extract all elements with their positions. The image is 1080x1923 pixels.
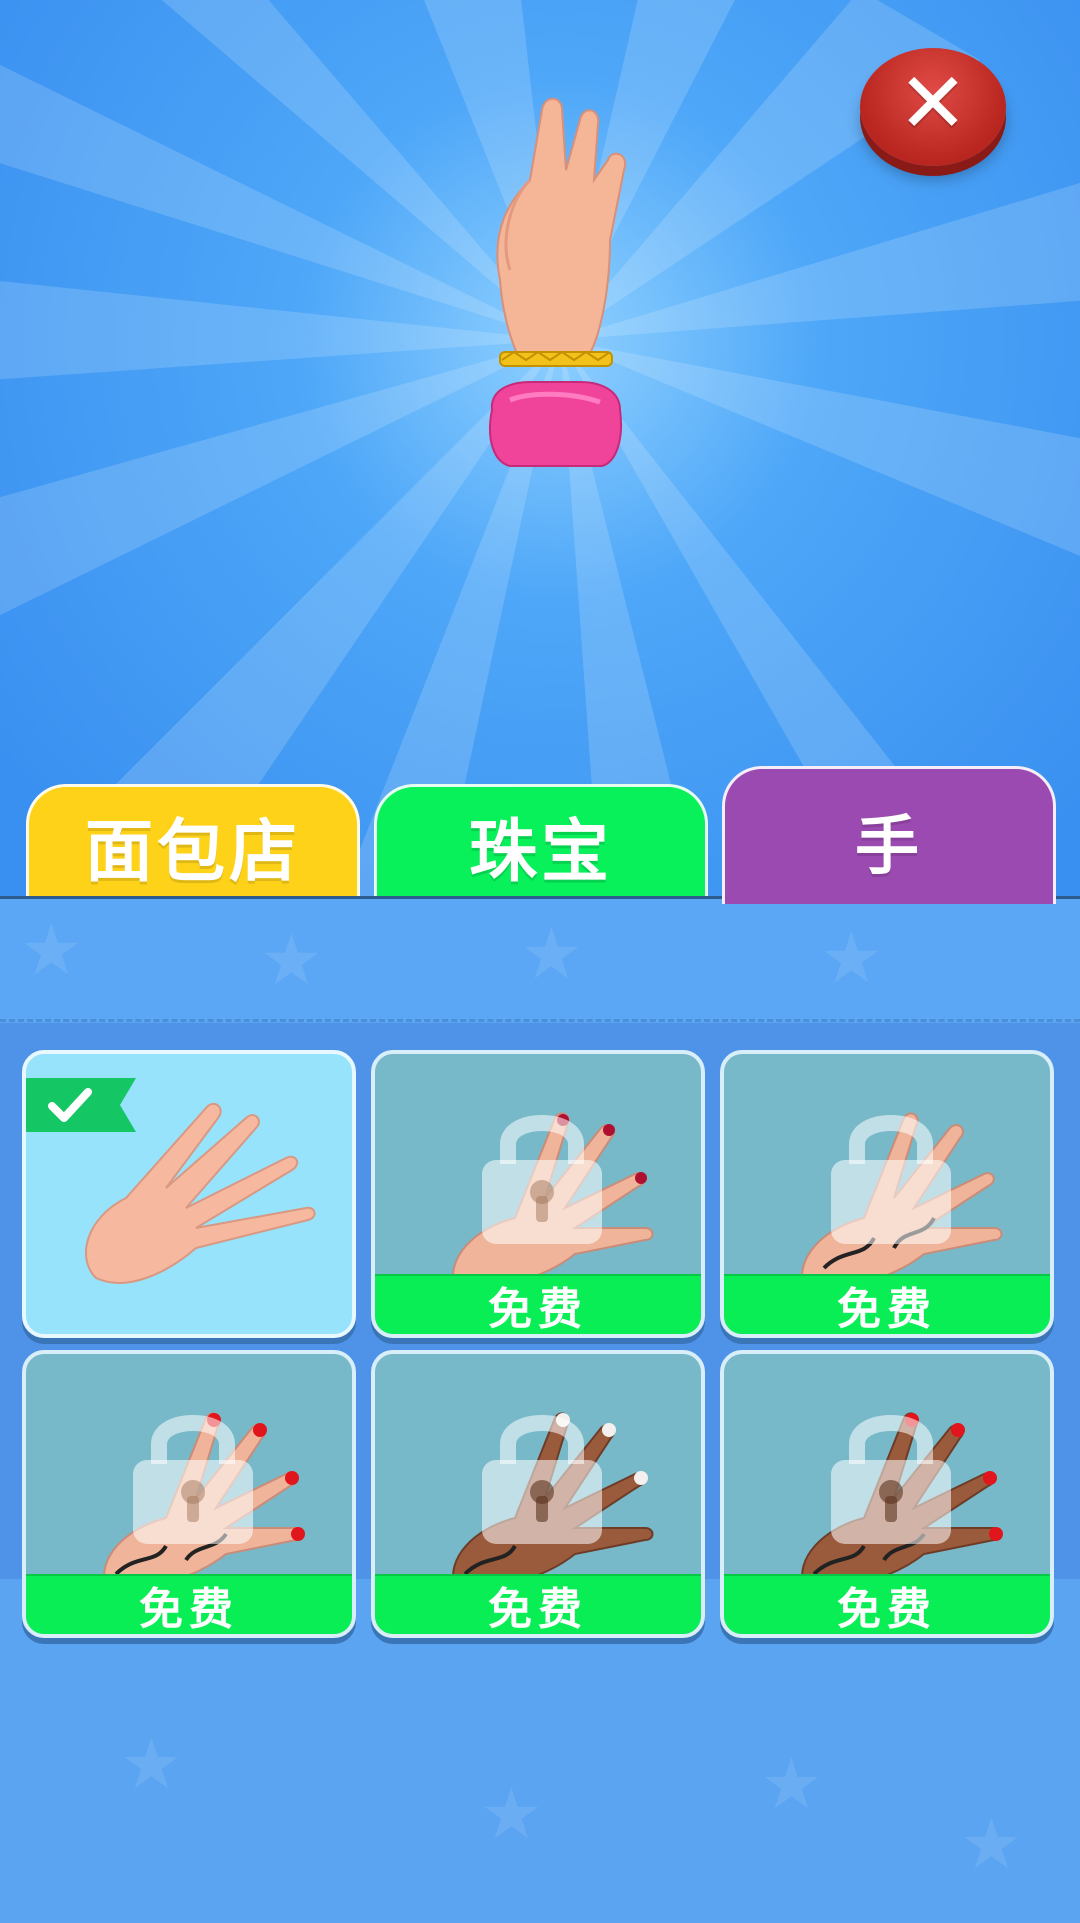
hand-item-card[interactable]: 免费 [371, 1050, 705, 1338]
star-decoration: ★ [960, 1803, 1023, 1885]
lock-icon [133, 1415, 253, 1544]
star-decoration: ★ [760, 1743, 823, 1825]
panel-footer: ★ ★ ★ ★ [0, 1683, 1080, 1923]
hand-preview [489, 97, 627, 467]
free-unlock-button[interactable]: 免费 [26, 1574, 352, 1634]
star-decoration: ★ [520, 913, 583, 995]
free-unlock-button[interactable]: 免费 [375, 1574, 701, 1634]
star-decoration: ★ [820, 917, 883, 999]
lock-icon [482, 1115, 602, 1244]
selected-check-icon [26, 1078, 136, 1132]
free-unlock-button[interactable]: 免费 [724, 1574, 1050, 1634]
free-unlock-button[interactable]: 免费 [375, 1274, 701, 1334]
tab-jewelry[interactable]: 珠宝 [374, 784, 708, 904]
hand-item-card[interactable]: 免费 [720, 1050, 1054, 1338]
tab-hand[interactable]: 手 [722, 766, 1056, 904]
hand-item-card[interactable] [22, 1050, 356, 1338]
tab-bakery[interactable]: 面包店 [26, 784, 360, 904]
hand-item-card[interactable]: 免费 [22, 1350, 356, 1638]
free-unlock-button[interactable]: 免费 [724, 1274, 1050, 1334]
star-decoration: ★ [20, 909, 83, 991]
close-button[interactable]: ✕ [860, 48, 1006, 166]
hand-item-card[interactable]: 免费 [720, 1350, 1054, 1638]
lock-icon [482, 1415, 602, 1544]
preview-area: ✕ [0, 0, 1080, 900]
lock-icon [831, 1115, 951, 1244]
close-icon: ✕ [897, 54, 969, 152]
panel-header-band: ★ ★ ★ ★ [0, 899, 1080, 1022]
star-decoration: ★ [260, 919, 323, 1001]
hand-item-card[interactable]: 免费 [371, 1350, 705, 1638]
star-decoration: ★ [120, 1723, 183, 1805]
lock-icon [831, 1415, 951, 1544]
star-decoration: ★ [480, 1773, 543, 1855]
